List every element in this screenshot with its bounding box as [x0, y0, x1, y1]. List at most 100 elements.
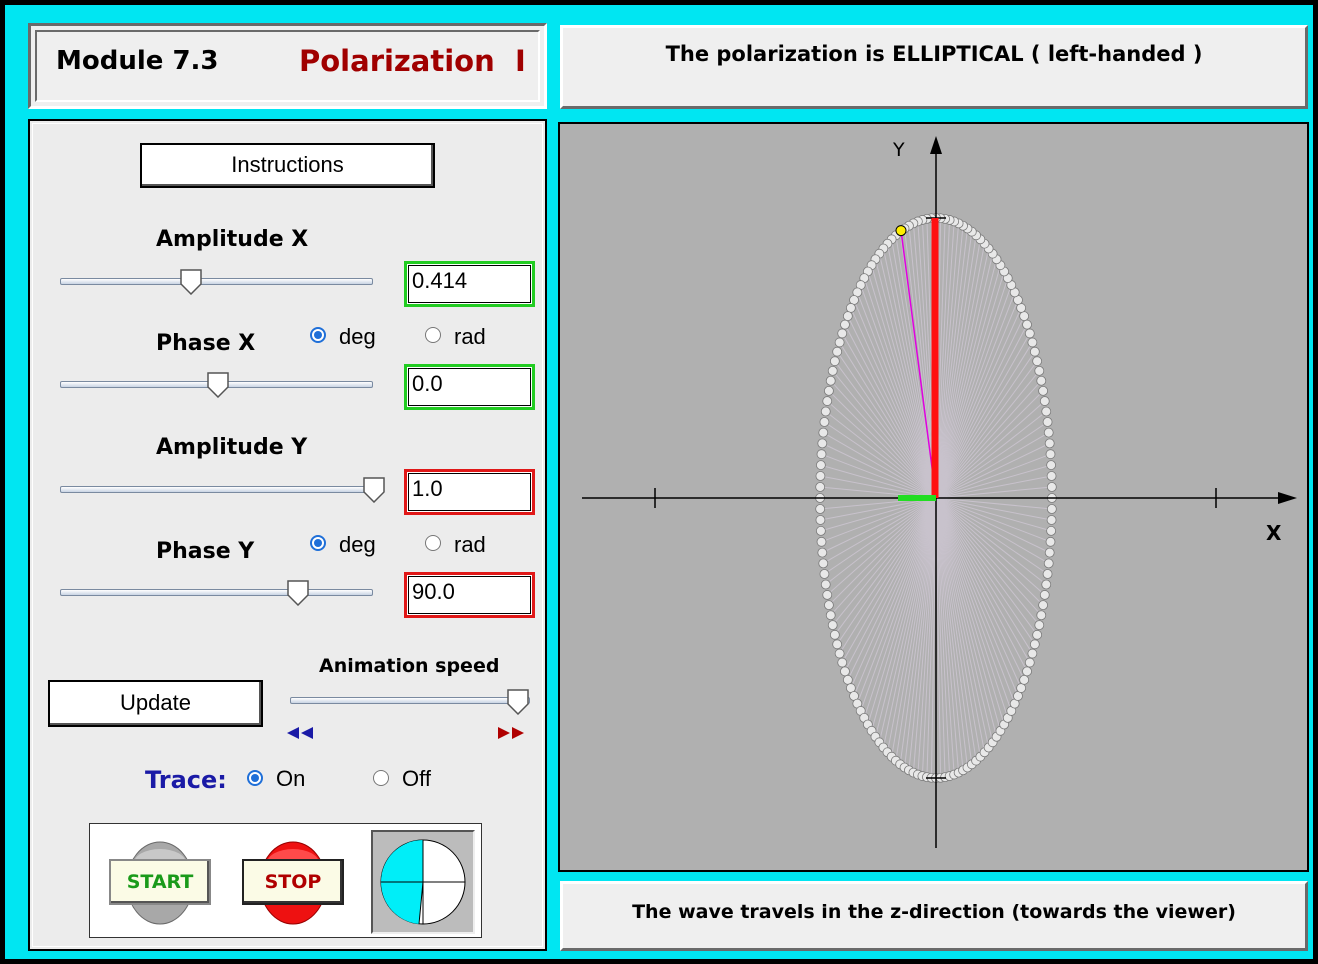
- trace-on-radio[interactable]: [247, 770, 263, 786]
- phase-x-deg-label: deg: [339, 324, 376, 349]
- trace-point: [1016, 683, 1027, 693]
- trace-off-radio[interactable]: [373, 770, 389, 786]
- status-panel: The polarization is ELLIPTICAL ( left-ha…: [560, 25, 1308, 109]
- phase-x-rad-radio[interactable]: [425, 327, 441, 343]
- trace-point: [832, 346, 843, 357]
- trace-point: [820, 406, 831, 417]
- start-label: START: [109, 859, 211, 905]
- trace-ray: [874, 259, 937, 499]
- instructions-button[interactable]: Instructions: [140, 143, 435, 188]
- trace-point: [840, 319, 850, 330]
- start-button[interactable]: START: [109, 841, 211, 925]
- trace-on-label: On: [276, 766, 306, 791]
- amplitude-x-field[interactable]: 0.414: [404, 261, 535, 307]
- amplitude-x-label: Amplitude X: [156, 227, 309, 252]
- trace-point: [822, 590, 833, 600]
- trace-point: [1044, 438, 1055, 449]
- rewind-icon: [287, 727, 313, 739]
- stop-button[interactable]: STOP: [242, 841, 344, 925]
- trace-point: [837, 328, 848, 339]
- phase-y-field[interactable]: 90.0: [404, 572, 535, 618]
- wave-direction-note: The wave travels in the z-direction (tow…: [632, 901, 1236, 923]
- amplitude-y-label: Amplitude Y: [156, 435, 308, 460]
- trace-point: [818, 427, 829, 438]
- trace-ray: [853, 497, 937, 697]
- amplitude-y-slider-track[interactable]: [60, 486, 373, 493]
- trace-point: [1024, 657, 1035, 668]
- trace-point: [827, 620, 838, 631]
- trace-point: [815, 471, 826, 481]
- x-axis-arrow-icon: [1278, 492, 1297, 504]
- trace-point: [1024, 328, 1035, 339]
- trace-point: [1032, 356, 1043, 367]
- trace-point: [815, 526, 826, 536]
- trace-label: Trace:: [145, 766, 227, 794]
- trace-point: [1029, 639, 1040, 650]
- trace-ray: [860, 497, 937, 712]
- trace-point: [1032, 629, 1043, 640]
- phase-y-slider-track[interactable]: [60, 589, 373, 596]
- trace-point: [1034, 620, 1045, 631]
- phase-x-label: Phase X: [156, 331, 256, 356]
- app-window: Module 7.3 Polarization I The polarizati…: [0, 0, 1318, 964]
- phase-y-deg-radio[interactable]: [310, 535, 326, 551]
- animation-speed-slider-thumb[interactable]: [507, 689, 529, 715]
- trace-point: [1041, 406, 1052, 417]
- trace-point: [1027, 648, 1038, 659]
- animation-speed-slider-track[interactable]: [290, 697, 530, 704]
- trace-ray: [935, 284, 1012, 499]
- trace-point: [1046, 482, 1057, 492]
- trace-ray: [935, 497, 1019, 697]
- trace-point: [834, 337, 845, 348]
- trace-point: [816, 536, 827, 547]
- trace-ray: [935, 299, 1019, 499]
- plot-panel: X Y: [558, 122, 1309, 872]
- fast-forward-icon: [498, 727, 524, 739]
- trace-point: [1041, 579, 1052, 590]
- trace-point: [824, 600, 834, 611]
- trace-ray: [935, 497, 1012, 712]
- trace-point: [829, 629, 840, 640]
- animation-speed-label: Animation speed: [319, 655, 500, 677]
- trace-ray: [935, 259, 998, 499]
- trace-point: [1046, 515, 1057, 525]
- phase-x-field[interactable]: 0.0: [404, 364, 535, 410]
- trace-point: [1039, 396, 1050, 406]
- trace-point: [1039, 590, 1050, 600]
- trace-point: [1042, 569, 1053, 579]
- amplitude-x-slider-thumb[interactable]: [180, 269, 202, 295]
- trace-point: [1022, 666, 1032, 677]
- phase-x-slider-thumb[interactable]: [207, 372, 229, 398]
- trace-point: [1019, 311, 1030, 322]
- trace-ray: [832, 370, 937, 499]
- stop-label: STOP: [242, 859, 344, 905]
- phase-y-slider-thumb[interactable]: [287, 580, 309, 606]
- trace-point: [1022, 319, 1032, 330]
- x-axis-label: X: [1266, 521, 1282, 545]
- trace-point: [824, 385, 834, 396]
- trace-ray: [935, 370, 1040, 499]
- trace-point: [1036, 610, 1047, 621]
- trace-ray: [874, 497, 937, 737]
- update-button[interactable]: Update: [48, 680, 263, 727]
- amplitude-x-slider-track[interactable]: [60, 278, 373, 285]
- phase-y-rad-radio[interactable]: [425, 535, 441, 551]
- module-number: Module 7.3: [56, 46, 219, 76]
- title-panel: Module 7.3 Polarization I: [28, 23, 547, 109]
- trace-point: [1029, 346, 1040, 357]
- trace-point: [825, 610, 836, 621]
- trace-point: [817, 438, 828, 449]
- trace-ray: [935, 497, 1040, 626]
- module-title: Polarization I: [299, 44, 526, 78]
- phase-x-deg-radio[interactable]: [310, 327, 326, 343]
- amplitude-y-slider-thumb[interactable]: [363, 477, 385, 503]
- trace-point: [845, 303, 856, 313]
- trace-point: [1046, 460, 1057, 470]
- phase-y-label: Phase Y: [156, 539, 255, 564]
- trace-off-label: Off: [402, 766, 431, 791]
- trace-ray: [860, 284, 937, 499]
- trace-point: [1045, 449, 1056, 460]
- amplitude-y-field[interactable]: 1.0: [404, 469, 535, 515]
- trace-point: [832, 639, 843, 650]
- phase-clock-icon: [380, 839, 466, 925]
